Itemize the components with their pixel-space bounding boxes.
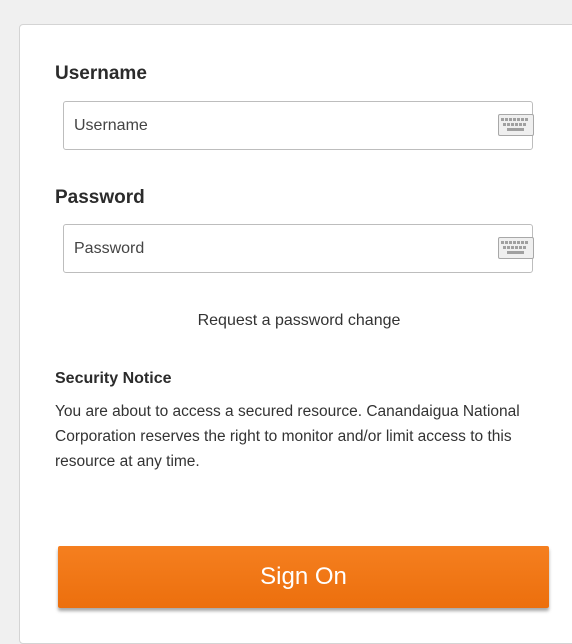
security-notice-title: Security Notice	[55, 370, 172, 387]
keyboard-icon[interactable]	[498, 114, 534, 136]
security-notice-text: You are about to access a secured resour…	[55, 403, 520, 470]
username-input[interactable]	[64, 102, 484, 149]
login-card: Username Password Request a password cha…	[19, 24, 572, 644]
password-field-wrapper	[63, 224, 534, 273]
keyboard-icon[interactable]	[498, 237, 534, 259]
sign-on-button[interactable]: Sign On	[58, 546, 549, 608]
username-field-wrapper	[63, 101, 534, 150]
password-input[interactable]	[64, 225, 484, 272]
password-label: Password	[55, 187, 145, 208]
username-label: Username	[55, 63, 147, 84]
request-password-change-link[interactable]: Request a password change	[20, 312, 572, 330]
